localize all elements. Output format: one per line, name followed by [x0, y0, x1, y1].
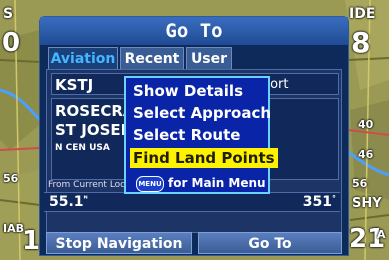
list-item[interactable]: ROSECRA	[55, 102, 135, 120]
go-to-button[interactable]: Go To	[198, 232, 342, 254]
menu-item-select-approach[interactable]: Select Approach	[130, 103, 274, 123]
stop-navigation-button[interactable]: Stop Navigation	[46, 232, 192, 254]
menu-footer: MENU for Main Menu	[136, 175, 266, 192]
map-label: IAB	[3, 222, 24, 235]
list-item[interactable]: ST JOSEI	[55, 121, 126, 139]
map-label: A	[377, 228, 386, 241]
map-label: IDE	[349, 6, 376, 22]
map-label: S	[3, 6, 14, 22]
degree-icon: °	[332, 194, 336, 203]
menu-item-find-land-points[interactable]: Find Land Points	[130, 148, 278, 168]
ident-value: KSTJ	[55, 76, 94, 94]
map-label: 56	[352, 177, 368, 190]
list-item-region: N CEN USA	[55, 143, 110, 153]
map-label: SHY	[352, 196, 382, 211]
tab-user[interactable]: User	[186, 47, 232, 69]
menu-item-show-details[interactable]: Show Details	[130, 81, 246, 101]
menu-key-icon: MENU	[136, 175, 164, 192]
map-label: 56	[3, 172, 19, 185]
dialog-title: Go To	[40, 17, 348, 45]
distance-value: 55.1ᴺ	[49, 194, 88, 210]
tab-recent[interactable]: Recent	[120, 47, 184, 69]
map-label: 8	[351, 26, 371, 59]
map-label: 0	[2, 28, 21, 58]
tab-aviation[interactable]: Aviation	[48, 47, 118, 69]
bearing-value: 351°	[302, 194, 336, 210]
map-label: 1	[22, 226, 41, 256]
map-label: 46	[358, 148, 374, 161]
menu-footer-text: for Main Menu	[168, 176, 266, 190]
distance-bearing-row: 55.1ᴺ 351°	[44, 192, 340, 212]
menu-item-select-route[interactable]: Select Route	[130, 125, 243, 145]
options-menu: Show Details Select Approach Select Rout…	[124, 76, 278, 194]
map-label: 40	[358, 118, 374, 131]
nm-unit-icon: ᴺ	[83, 194, 88, 203]
